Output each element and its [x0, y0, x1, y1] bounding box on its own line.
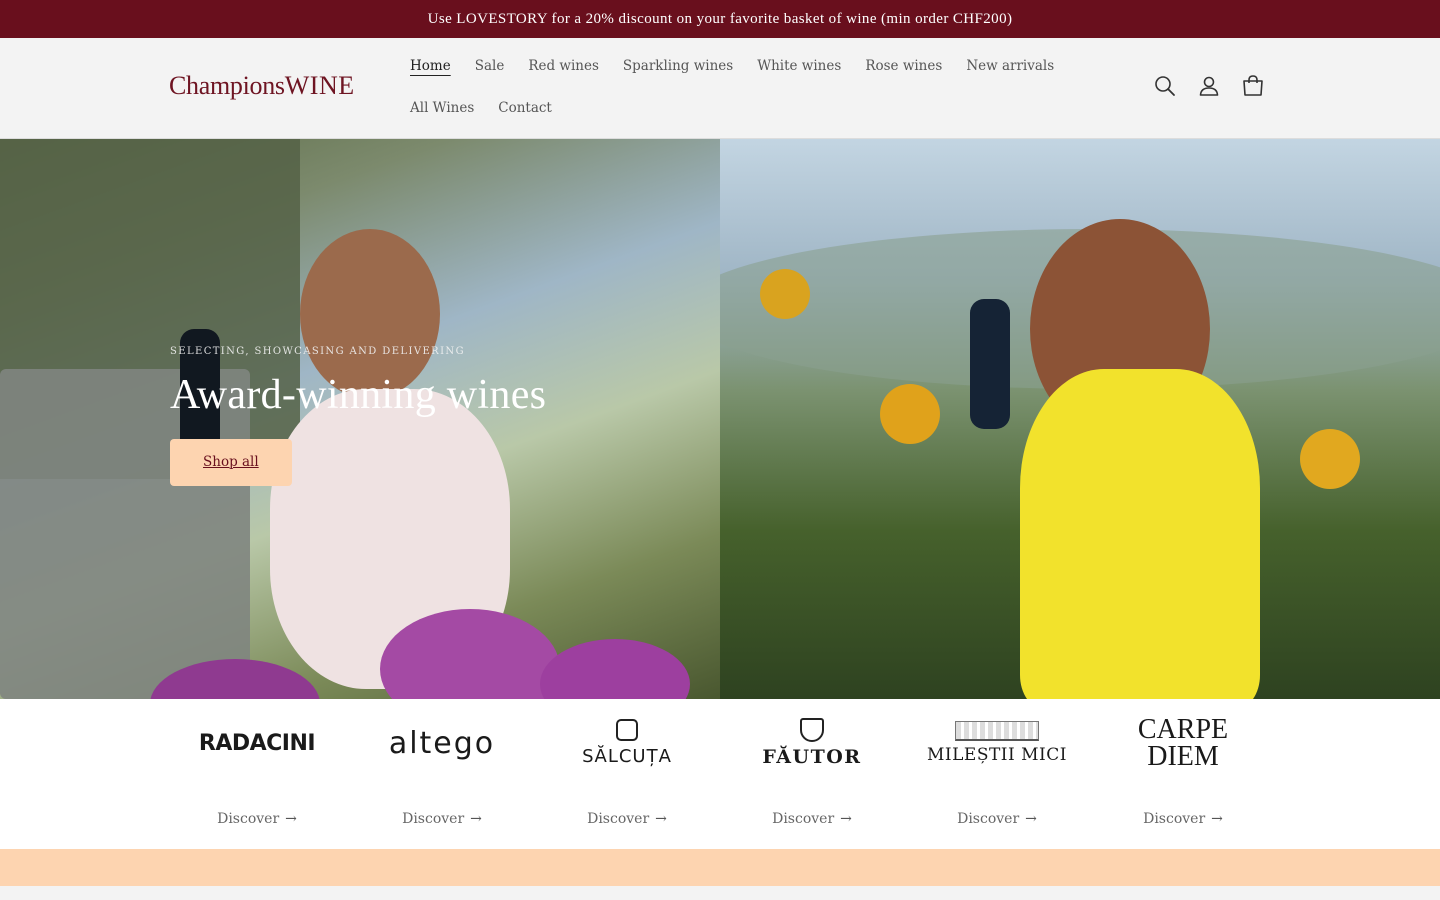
nav-sparkling-wines[interactable]: Sparkling wines — [611, 48, 745, 90]
hero-image-woman-in-sunflowers — [720, 139, 1440, 699]
discover-label: Discover — [1143, 811, 1206, 827]
brand-name: RADACINI — [198, 730, 316, 756]
brand-name: FĂUTOR — [762, 746, 862, 768]
hero-title: Award-winning wines — [170, 372, 547, 418]
fautor-shield-icon — [800, 718, 824, 742]
cart-icon[interactable] — [1242, 74, 1264, 98]
hero-banner: SELECTING, SHOWCASING AND DELIVERING Awa… — [0, 139, 1440, 699]
brand-logo-radacini[interactable]: RADACINI — [172, 713, 342, 773]
discover-link[interactable]: Discover → — [172, 811, 342, 827]
announcement-text: Use LOVESTORY for a 20% discount on your… — [427, 10, 1013, 27]
brand-logo-milestii-mici[interactable]: MILEȘTII MICI — [912, 713, 1082, 773]
nav-contact[interactable]: Contact — [486, 90, 564, 132]
announcement-bar: Use LOVESTORY for a 20% discount on your… — [0, 0, 1440, 38]
nav-all-wines[interactable]: All Wines — [398, 90, 486, 132]
discover-link[interactable]: Discover → — [912, 811, 1082, 827]
arrow-right-icon: → — [285, 811, 297, 827]
arrow-right-icon: → — [655, 811, 667, 827]
nav-home[interactable]: Home — [398, 48, 463, 90]
nav-red-wines[interactable]: Red wines — [516, 48, 611, 90]
brand-item: MILEȘTII MICI Discover → — [912, 699, 1082, 849]
brand-item: altego Discover → — [357, 699, 527, 849]
discover-label: Discover — [957, 811, 1020, 827]
brand-name: altego — [388, 725, 496, 761]
site-logo[interactable]: ChampionsWINE — [169, 71, 355, 101]
hero-eyebrow: SELECTING, SHOWCASING AND DELIVERING — [170, 346, 465, 357]
logo-part-champions: Champions — [169, 71, 285, 100]
discover-link[interactable]: Discover → — [1098, 811, 1268, 827]
brand-logo-salcuta[interactable]: SĂLCUȚA — [542, 713, 712, 773]
discover-label: Discover — [587, 811, 650, 827]
brand-name: SĂLCUȚA — [582, 746, 672, 767]
discover-label: Discover — [772, 811, 835, 827]
brand-item: FĂUTOR Discover → — [727, 699, 897, 849]
header-icons — [1154, 74, 1264, 98]
nav-rose-wines[interactable]: Rose wines — [853, 48, 954, 90]
brand-name: MILEȘTII MICI — [927, 745, 1067, 765]
hero-image-woman-with-wine-flowers: SELECTING, SHOWCASING AND DELIVERING Awa… — [0, 139, 720, 699]
brand-name: CARPE DIEM — [1137, 714, 1229, 772]
hero-text-block: SELECTING, SHOWCASING AND DELIVERING Awa… — [170, 346, 546, 486]
arrow-right-icon: → — [1211, 811, 1223, 827]
discover-label: Discover — [217, 811, 280, 827]
brand-item: CARPE DIEM Discover → — [1098, 699, 1268, 849]
brand-item: SĂLCUȚA Discover → — [542, 699, 712, 849]
discover-link[interactable]: Discover → — [357, 811, 527, 827]
nav-new-arrivals[interactable]: New arrivals — [954, 48, 1066, 90]
brand-logo-carpe-diem[interactable]: CARPE DIEM — [1098, 713, 1268, 773]
logo-part-wine: WINE — [284, 71, 355, 100]
discover-link[interactable]: Discover → — [542, 811, 712, 827]
site-header: ChampionsWINE Home Sale Red wines Sparkl… — [0, 38, 1440, 139]
discover-link[interactable]: Discover → — [727, 811, 897, 827]
brand-item: RADACINI Discover → — [172, 699, 342, 849]
account-icon[interactable] — [1198, 74, 1220, 98]
peach-section-strip — [0, 849, 1440, 886]
shop-all-button[interactable]: Shop all — [170, 439, 292, 486]
brand-logo-altego[interactable]: altego — [357, 713, 527, 773]
discover-label: Discover — [402, 811, 465, 827]
brand-strip: RADACINI Discover → altego Discover → SĂLC… — [0, 699, 1440, 849]
nav-sale[interactable]: Sale — [463, 48, 517, 90]
arrow-right-icon: → — [840, 811, 852, 827]
arrow-right-icon: → — [470, 811, 482, 827]
main-nav: Home Sale Red wines Sparkling wines Whit… — [398, 48, 1098, 132]
brand-logo-fautor[interactable]: FĂUTOR — [727, 713, 897, 773]
search-icon[interactable] — [1154, 74, 1176, 98]
milestii-building-icon — [955, 721, 1039, 741]
arrow-right-icon: → — [1025, 811, 1037, 827]
nav-white-wines[interactable]: White wines — [745, 48, 853, 90]
salcuta-emblem-icon — [616, 719, 638, 741]
